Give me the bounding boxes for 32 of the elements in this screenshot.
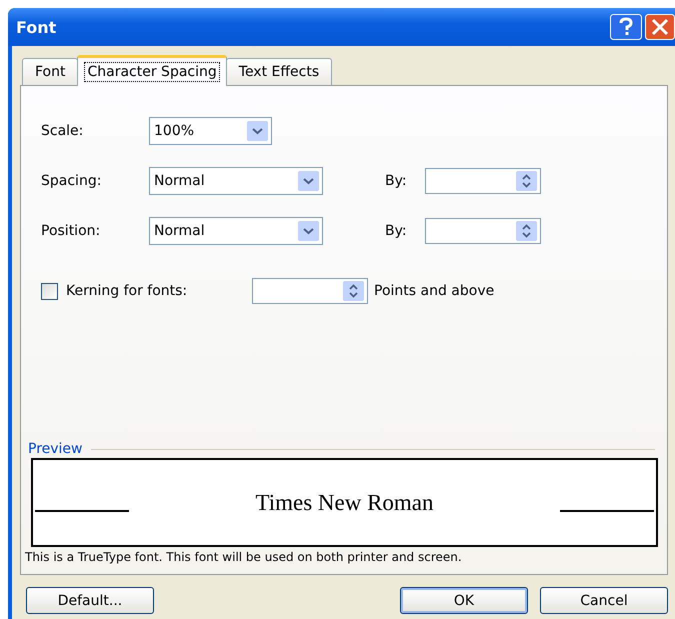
dropdown[interactable]: 100% xyxy=(149,117,272,145)
tab[interactable]: Text Effects xyxy=(226,58,332,85)
checkbox-label: Kerning for fonts: xyxy=(66,283,188,299)
window-title: Font xyxy=(16,18,56,36)
spinner-icon xyxy=(516,171,537,191)
dropdown[interactable]: Normal xyxy=(149,167,323,195)
help-icon[interactable] xyxy=(610,14,642,40)
field-label: Spacing: xyxy=(41,173,102,189)
dialog-button[interactable]: OK xyxy=(400,587,528,614)
field-label: Position: xyxy=(41,223,102,239)
chevron-down-icon xyxy=(298,221,319,241)
field-label: By: xyxy=(385,173,408,189)
chevron-down-icon xyxy=(298,171,319,191)
preview-text: Times New Roman xyxy=(255,490,434,516)
close-icon[interactable] xyxy=(645,14,675,40)
tab[interactable]: Character Spacing xyxy=(77,55,227,86)
checkbox[interactable] xyxy=(41,282,58,300)
spin-field[interactable] xyxy=(425,168,541,194)
chevron-down-icon xyxy=(247,121,268,141)
dialog-button[interactable]: Default... xyxy=(26,587,154,614)
spin-field[interactable] xyxy=(252,278,368,304)
spinner-icon xyxy=(516,221,537,241)
group-title: Preview xyxy=(28,441,82,457)
tab[interactable]: Font xyxy=(22,58,78,85)
dialog-button[interactable]: Cancel xyxy=(540,587,668,614)
field-label: Scale: xyxy=(41,123,84,139)
preview-note: This is a TrueType font. This font will be used on both printer and screen. xyxy=(25,550,463,564)
spinner-icon xyxy=(343,281,364,301)
unit-label: Points and above xyxy=(374,283,494,299)
field-label: By: xyxy=(385,223,408,239)
dropdown[interactable]: Normal xyxy=(149,217,323,245)
spin-field[interactable] xyxy=(425,218,541,244)
